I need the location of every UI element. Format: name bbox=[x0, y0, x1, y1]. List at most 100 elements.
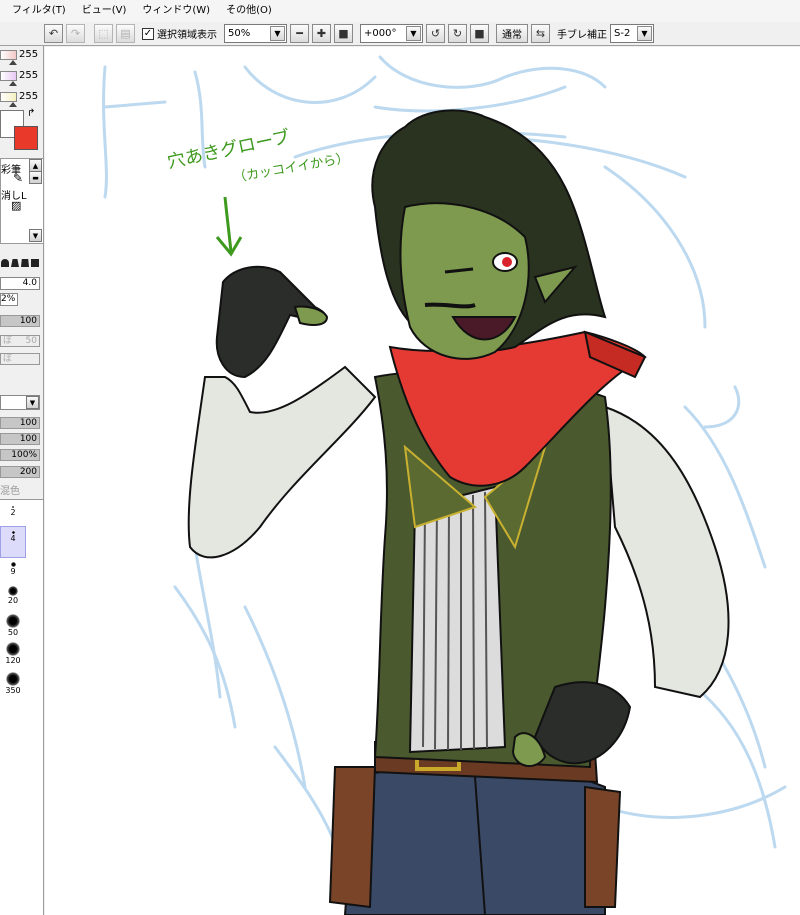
blending-slider[interactable]: 100 bbox=[0, 417, 40, 429]
green-slider-row[interactable]: 255 bbox=[0, 67, 43, 87]
brush-icon: ✎ bbox=[13, 171, 24, 185]
undo-button[interactable]: ↶ bbox=[44, 24, 63, 43]
disabled-slider-label: ぼ bbox=[3, 354, 13, 364]
select-layer-button[interactable]: ▤ bbox=[116, 24, 135, 43]
eraser-icon: ▨ bbox=[11, 199, 22, 212]
brush-shape-square-icon[interactable] bbox=[31, 259, 39, 267]
blue-slider-row[interactable]: 255 bbox=[0, 88, 43, 108]
zoom-value: 50% bbox=[228, 28, 251, 39]
left-holster bbox=[328, 766, 377, 909]
red-slider-row[interactable]: 255 bbox=[0, 46, 43, 66]
rotate-cw-icon: ↻ bbox=[452, 27, 463, 40]
brush-dot-icon bbox=[6, 614, 20, 628]
redo-button[interactable]: ↷ bbox=[66, 24, 85, 43]
brush-size-label: 9 bbox=[10, 567, 16, 576]
left-thumb bbox=[293, 305, 329, 326]
brush-shape-trapezoid-icon[interactable] bbox=[11, 259, 19, 267]
menu-filter[interactable]: フィルタ(T) bbox=[4, 0, 74, 22]
tool-sidebar: 255 255 255 ↱ 彩筆 ✎ 消しL ▨ ▲ ▬ ▼ 4.0 2% 10… bbox=[0, 46, 44, 915]
brush-size-label: 50 bbox=[7, 628, 19, 637]
blend-mode-button[interactable]: 通常 bbox=[496, 24, 528, 43]
texture-select[interactable]: ▼ bbox=[0, 395, 40, 410]
disabled-slider-1: ぼ 50 bbox=[0, 335, 40, 347]
brush-size-4[interactable]: 4 bbox=[0, 526, 26, 558]
blue-slider[interactable] bbox=[0, 92, 17, 102]
rotate-ccw-icon: ↺ bbox=[430, 27, 441, 40]
brush-size-label: 350 bbox=[5, 686, 21, 695]
stabilizer-value: S-2 bbox=[614, 28, 631, 39]
brush-size-label: 2 bbox=[10, 508, 16, 517]
undo-icon: ↶ bbox=[48, 27, 59, 40]
green-slider[interactable] bbox=[0, 71, 17, 81]
max-density-slider[interactable]: 200 bbox=[0, 466, 40, 478]
blend-mode-label: 通常 bbox=[502, 30, 522, 41]
slider-handle-icon[interactable] bbox=[9, 81, 17, 86]
brush-size-350[interactable]: 350 bbox=[0, 672, 26, 704]
zoom-reset-button[interactable]: ■ bbox=[334, 24, 353, 43]
flip-button[interactable]: ⇆ bbox=[531, 24, 550, 43]
right-sleeve bbox=[603, 405, 730, 699]
deselect-icon: ⬚ bbox=[98, 27, 109, 40]
brush-size-label: 4 bbox=[10, 534, 16, 543]
red-slider[interactable] bbox=[0, 50, 17, 60]
brush-dot-icon bbox=[8, 586, 18, 596]
stabilizer-label: 手ブレ補正 bbox=[557, 30, 607, 41]
brush-size-120[interactable]: 120 bbox=[0, 642, 26, 674]
rotate-right-button[interactable]: ↻ bbox=[448, 24, 467, 43]
menu-bar: フィルタ(T) ビュー(V) ウィンドウ(W) その他(O) bbox=[0, 0, 800, 22]
brush-min-size-field[interactable]: 2% bbox=[0, 293, 18, 306]
stabilizer-select[interactable]: S-2 ▼ bbox=[610, 24, 654, 43]
left-sleeve bbox=[187, 365, 377, 559]
checkbox-checked-icon: ✓ bbox=[142, 27, 154, 40]
chevron-down-icon: ▼ bbox=[26, 396, 39, 409]
deselect-button[interactable]: ⬚ bbox=[94, 24, 113, 43]
density-slider[interactable]: 100 bbox=[0, 315, 40, 327]
brush-size-label: 120 bbox=[5, 656, 21, 665]
layer-select-icon: ▤ bbox=[120, 27, 131, 40]
red-value: 255 bbox=[19, 49, 39, 60]
swap-colors-icon[interactable]: ↱ bbox=[27, 108, 35, 119]
rotate-reset-button[interactable]: ■ bbox=[470, 24, 489, 43]
disabled-slider-2: ぼ bbox=[0, 353, 40, 365]
brush-shape-selector bbox=[0, 256, 43, 270]
rotation-select[interactable]: +000° ▼ bbox=[360, 24, 423, 43]
square-icon: ■ bbox=[474, 27, 485, 40]
drawing-canvas[interactable]: 穴あきグローブ （カッコイイから） bbox=[45, 47, 800, 915]
selection-display-toggle[interactable]: ✓ 選択領域表示 bbox=[142, 26, 217, 41]
artwork bbox=[102, 55, 787, 915]
disabled-slider-value: 50 bbox=[25, 336, 37, 346]
brush-size-field[interactable]: 4.0 bbox=[0, 277, 40, 290]
menu-other[interactable]: その他(O) bbox=[218, 0, 280, 22]
zoom-out-button[interactable]: ━ bbox=[290, 24, 309, 43]
zoom-select[interactable]: 50% ▼ bbox=[224, 24, 287, 43]
annotation-arrow bbox=[223, 196, 233, 253]
menu-window[interactable]: ウィンドウ(W) bbox=[134, 0, 218, 22]
persistence-slider[interactable]: 100% bbox=[0, 449, 40, 461]
green-value: 255 bbox=[19, 70, 39, 81]
chevron-down-icon: ▼ bbox=[270, 26, 285, 41]
rotation-value: +000° bbox=[364, 28, 397, 39]
brush-shape-flat-icon[interactable] bbox=[21, 259, 29, 267]
primary-color-swatch[interactable] bbox=[14, 126, 38, 150]
brush-dot-icon bbox=[6, 672, 20, 686]
dilution-slider[interactable]: 100 bbox=[0, 433, 40, 445]
menu-view[interactable]: ビュー(V) bbox=[74, 0, 135, 22]
tool-panel: 彩筆 ✎ 消しL ▨ ▲ ▬ ▼ bbox=[0, 158, 43, 244]
disabled-slider-label: ぼ bbox=[3, 336, 13, 346]
redo-icon: ↷ bbox=[70, 27, 81, 40]
slider-handle-icon[interactable] bbox=[9, 60, 17, 65]
brush-size-label: 20 bbox=[7, 596, 19, 605]
mix-color-label: 混色 bbox=[0, 486, 20, 497]
scroll-thumb[interactable]: ▬ bbox=[29, 171, 42, 184]
scroll-down-button[interactable]: ▼ bbox=[29, 229, 42, 242]
rotate-left-button[interactable]: ↺ bbox=[426, 24, 445, 43]
selection-display-label: 選択領域表示 bbox=[157, 30, 217, 41]
zoom-in-button[interactable]: ✚ bbox=[312, 24, 331, 43]
brush-shape-round-icon[interactable] bbox=[1, 259, 9, 267]
brush-dot-icon bbox=[6, 642, 20, 656]
plus-icon: ✚ bbox=[316, 27, 327, 40]
red-iris bbox=[502, 257, 512, 267]
mustache bbox=[424, 302, 476, 309]
minus-icon: ━ bbox=[296, 27, 303, 40]
slider-handle-icon[interactable] bbox=[9, 102, 17, 107]
